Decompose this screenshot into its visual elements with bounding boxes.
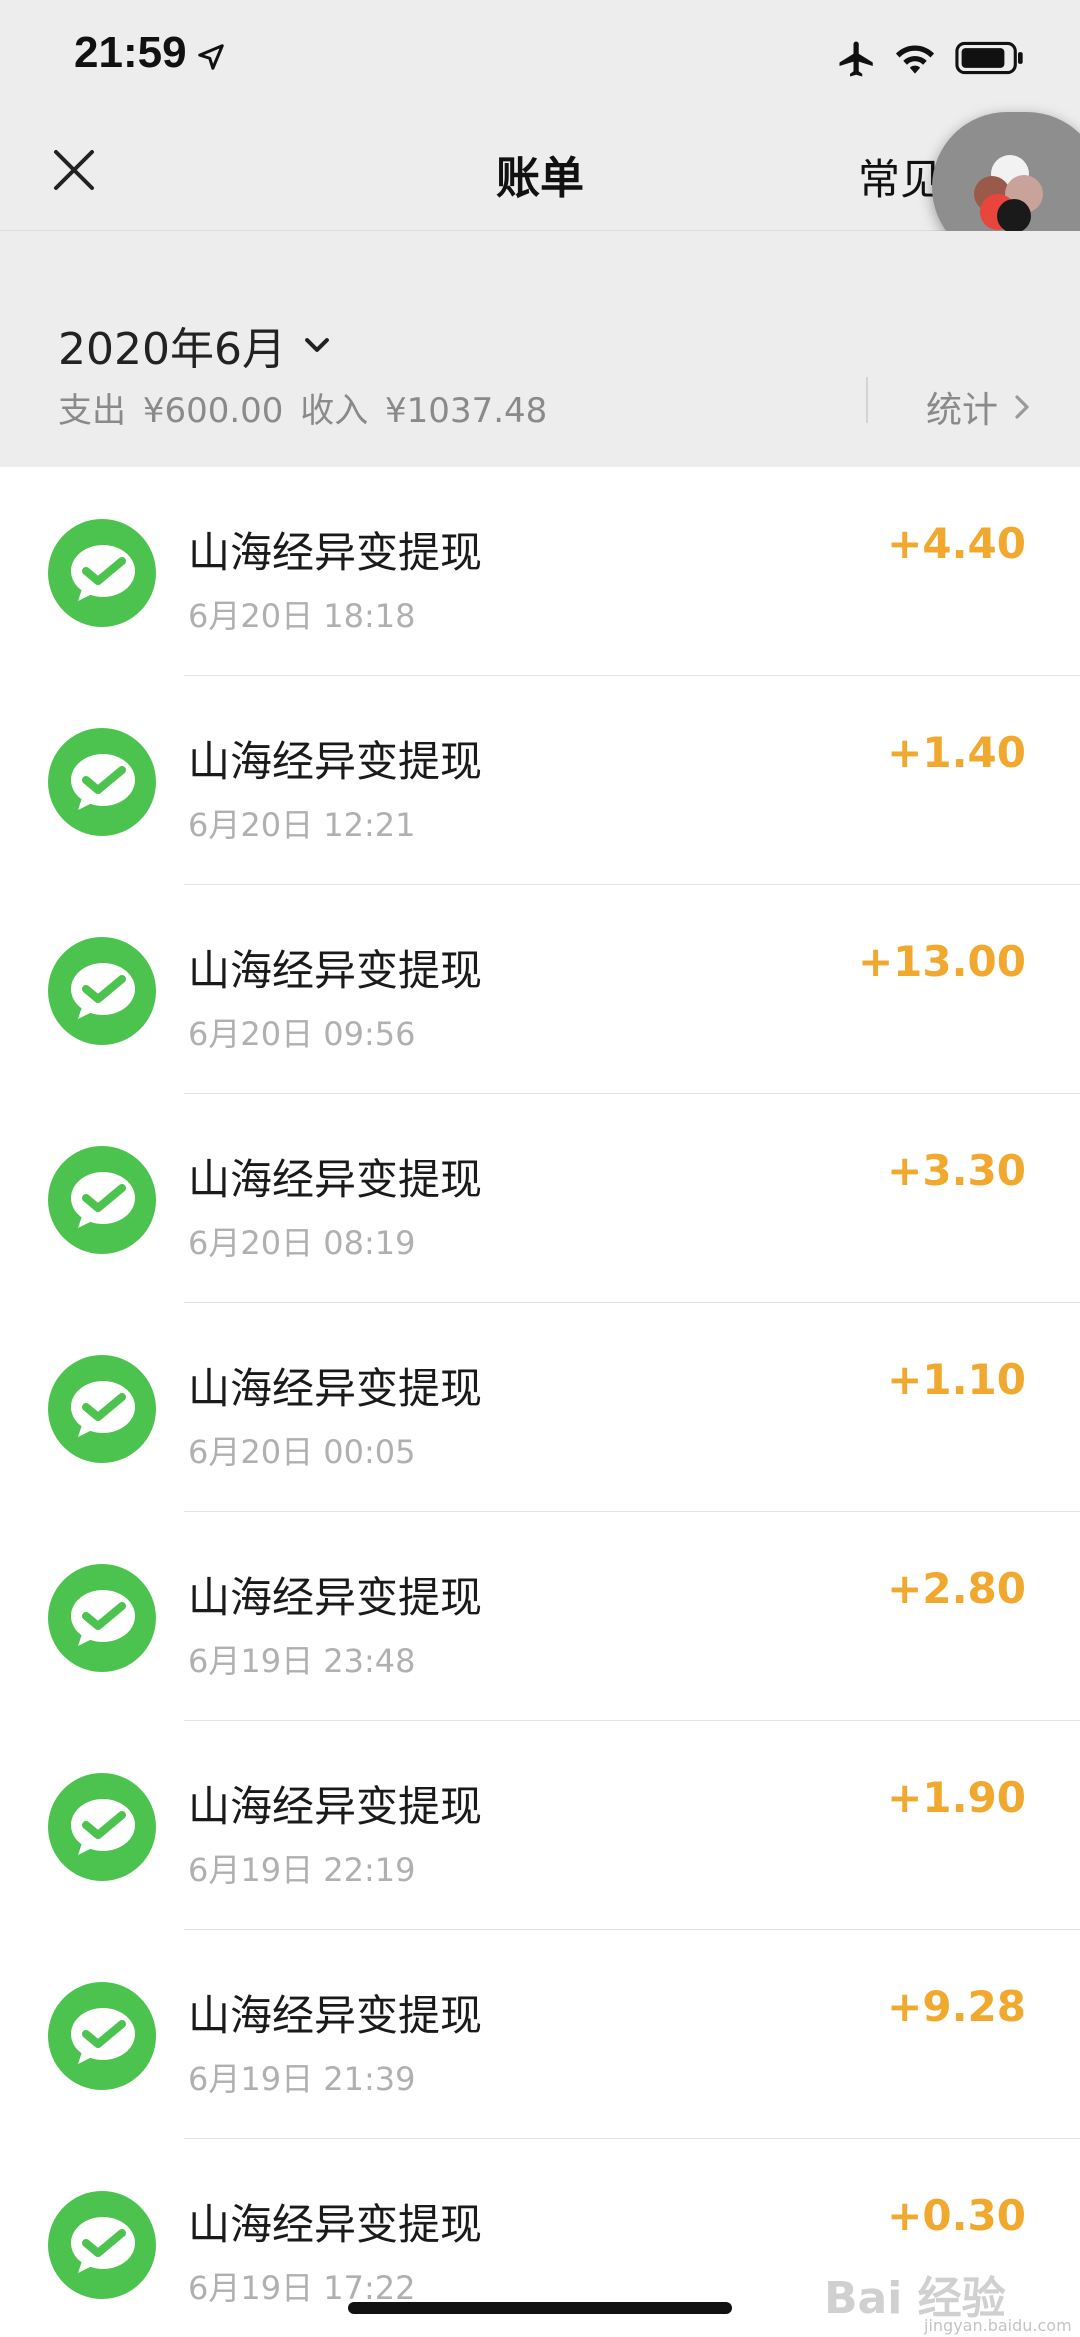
transaction-title: 山海经异变提现 — [188, 1364, 483, 1413]
expense-value: ¥600.00 — [142, 391, 284, 431]
transaction-amount: +2.80 — [887, 1564, 1026, 1613]
transaction-time: 6月20日 00:05 — [188, 1433, 416, 1471]
wechat-pay-icon — [48, 2191, 156, 2299]
summary-divider — [866, 377, 868, 423]
transaction-amount: +13.00 — [857, 937, 1026, 986]
transaction-title: 山海经异变提现 — [188, 737, 483, 786]
transaction-time: 6月20日 09:56 — [188, 1015, 416, 1053]
expense-income-summary: 支出 ¥600.00 收入 ¥1037.48 — [58, 383, 553, 432]
wechat-pay-icon — [48, 728, 156, 836]
chevron-right-icon — [1015, 395, 1029, 419]
transaction-row[interactable]: 山海经异变提现 6月20日 08:19 +3.30 — [0, 1094, 1080, 1303]
transaction-time: 6月20日 12:21 — [188, 806, 416, 844]
month-selector[interactable]: 2020年6月 — [58, 313, 334, 377]
transaction-time: 6月20日 08:19 — [188, 1224, 416, 1262]
location-arrow-icon — [198, 44, 224, 70]
transaction-amount: +1.90 — [887, 1773, 1026, 1822]
transaction-amount: +3.30 — [887, 1146, 1026, 1195]
transaction-time: 6月19日 23:48 — [188, 1642, 416, 1680]
transaction-time: 6月20日 18:18 — [188, 597, 416, 635]
transaction-title: 山海经异变提现 — [188, 2200, 483, 2249]
wechat-pay-icon — [48, 519, 156, 627]
transaction-title: 山海经异变提现 — [188, 528, 483, 577]
transaction-title: 山海经异变提现 — [188, 1991, 483, 2040]
transaction-time: 6月19日 21:39 — [188, 2060, 416, 2098]
transaction-row[interactable]: 山海经异变提现 6月20日 09:56 +13.00 — [0, 885, 1080, 1094]
transaction-amount: +1.40 — [887, 728, 1026, 777]
bill-screen: 21:59 账单 常见 2020年6月 支出 ¥600.00 收入 ¥1037.… — [0, 0, 1080, 2337]
battery-icon — [955, 41, 1023, 75]
transaction-amount: +0.30 — [887, 2191, 1026, 2240]
income-label: 收入 — [300, 391, 369, 431]
transaction-amount: +4.40 — [887, 519, 1026, 568]
transaction-list: 山海经异变提现 6月20日 18:18 +4.40 山海经异变提现 6月20日 12:2… — [0, 467, 1080, 2337]
status-bar: 21:59 — [0, 0, 1080, 120]
airplane-mode-icon — [839, 41, 873, 77]
month-summary: 2020年6月 支出 ¥600.00 收入 ¥1037.48 统计 — [0, 231, 1080, 467]
chevron-down-icon — [305, 338, 329, 352]
stats-label: 统计 — [926, 390, 999, 431]
transaction-title: 山海经异变提现 — [188, 946, 483, 995]
transaction-title: 山海经异变提现 — [188, 1155, 483, 1204]
transaction-time: 6月19日 22:19 — [188, 1851, 416, 1889]
expense-label: 支出 — [58, 391, 126, 431]
transaction-amount: +1.10 — [887, 1355, 1026, 1404]
wifi-icon — [895, 45, 935, 74]
month-label: 2020年6月 — [58, 324, 286, 375]
home-indicator[interactable] — [348, 2302, 732, 2314]
income-value: ¥1037.48 — [385, 391, 548, 431]
wechat-pay-icon — [48, 937, 156, 1045]
wechat-pay-icon — [48, 1146, 156, 1254]
transaction-row[interactable]: 山海经异变提现 6月20日 12:21 +1.40 — [0, 676, 1080, 885]
transaction-row[interactable]: 山海经异变提现 6月19日 21:39 +9.28 — [0, 1930, 1080, 2139]
nav-bar: 账单 常见 — [0, 120, 1080, 231]
stats-link[interactable]: 统计 — [926, 381, 1034, 433]
transaction-row[interactable]: 山海经异变提现 6月20日 18:18 +4.40 — [0, 467, 1080, 676]
transaction-row[interactable]: 山海经异变提现 6月20日 00:05 +1.10 — [0, 1303, 1080, 1512]
faq-link[interactable]: 常见 — [858, 146, 942, 207]
status-time: 21:59 — [74, 28, 187, 77]
transaction-title: 山海经异变提现 — [188, 1782, 483, 1831]
transaction-row[interactable]: 山海经异变提现 6月19日 22:19 +1.90 — [0, 1721, 1080, 1930]
baidu-watermark-url: jingyan.baidu.com — [924, 2316, 1072, 2335]
wechat-pay-icon — [48, 1564, 156, 1672]
wechat-pay-icon — [48, 1982, 156, 2090]
wechat-pay-icon — [48, 1773, 156, 1881]
wechat-pay-icon — [48, 1355, 156, 1463]
transaction-amount: +9.28 — [887, 1982, 1026, 2031]
transaction-row[interactable]: 山海经异变提现 6月19日 23:48 +2.80 — [0, 1512, 1080, 1721]
transaction-title: 山海经异变提现 — [188, 1573, 483, 1622]
